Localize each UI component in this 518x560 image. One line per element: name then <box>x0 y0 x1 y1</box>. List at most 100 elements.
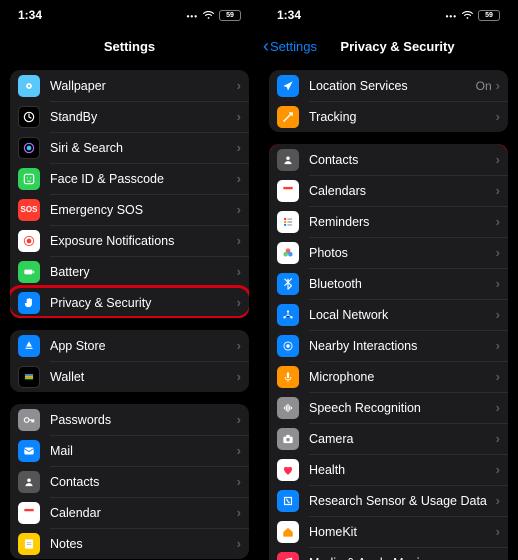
settings-group: Wallpaper›StandBy›Siri & Search›Face ID … <box>10 70 249 318</box>
notes-icon <box>18 533 40 555</box>
row-label: Mail <box>50 444 237 458</box>
standby-icon <box>18 106 40 128</box>
row-label: Notes <box>50 537 237 551</box>
nearby-icon <box>277 335 299 357</box>
settings-row-photos[interactable]: Photos› <box>269 237 508 268</box>
chevron-right-icon: › <box>237 369 241 384</box>
row-label: Health <box>309 463 496 477</box>
chevron-right-icon: › <box>237 536 241 551</box>
settings-row-nearby-interactions[interactable]: Nearby Interactions› <box>269 330 508 361</box>
settings-row-health[interactable]: Health› <box>269 454 508 485</box>
settings-row-research-sensor-usage-data[interactable]: Research Sensor & Usage Data› <box>269 485 508 516</box>
research-icon <box>277 490 299 512</box>
settings-row-standby[interactable]: StandBy› <box>10 101 249 132</box>
settings-row-calendar[interactable]: Calendar› <box>10 497 249 528</box>
settings-row-location-services[interactable]: Location ServicesOn› <box>269 70 508 101</box>
settings-row-emergency-sos[interactable]: SOSEmergency SOS› <box>10 194 249 225</box>
speech-icon <box>277 397 299 419</box>
row-label: Reminders <box>309 215 496 229</box>
calendar-icon <box>18 502 40 524</box>
settings-row-wallet[interactable]: Wallet› <box>10 361 249 392</box>
chevron-right-icon: › <box>496 307 500 322</box>
settings-row-camera[interactable]: Camera› <box>269 423 508 454</box>
cellular-icon <box>446 8 457 22</box>
settings-row-privacy-security[interactable]: Privacy & Security› <box>10 287 249 318</box>
settings-row-app-store[interactable]: App Store› <box>10 330 249 361</box>
network-icon <box>277 304 299 326</box>
settings-row-speech-recognition[interactable]: Speech Recognition› <box>269 392 508 423</box>
row-label: Battery <box>50 265 237 279</box>
settings-row-contacts[interactable]: Contacts› <box>10 466 249 497</box>
settings-row-passwords[interactable]: Passwords› <box>10 404 249 435</box>
privacy-list[interactable]: Location ServicesOn›Tracking›Contacts›Ca… <box>259 62 518 560</box>
chevron-right-icon: › <box>496 524 500 539</box>
settings-row-exposure-notifications[interactable]: Exposure Notifications› <box>10 225 249 256</box>
row-label: Emergency SOS <box>50 203 237 217</box>
cellular-icon <box>187 8 198 22</box>
settings-row-face-id-passcode[interactable]: Face ID & Passcode› <box>10 163 249 194</box>
row-label: Siri & Search <box>50 141 237 155</box>
wifi-icon <box>202 11 215 20</box>
row-label: Local Network <box>309 308 496 322</box>
chevron-right-icon: › <box>496 109 500 124</box>
settings-group: Passwords›Mail›Contacts›Calendar›Notes› <box>10 404 249 559</box>
battery-icon <box>18 261 40 283</box>
settings-list[interactable]: Wallpaper›StandBy›Siri & Search›Face ID … <box>0 62 259 560</box>
exposure-icon <box>18 230 40 252</box>
chevron-right-icon: › <box>237 109 241 124</box>
row-label: Calendar <box>50 506 237 520</box>
chevron-right-icon: › <box>237 78 241 93</box>
settings-row-local-network[interactable]: Local Network› <box>269 299 508 330</box>
settings-row-reminders[interactable]: Reminders› <box>269 206 508 237</box>
row-label: Camera <box>309 432 496 446</box>
settings-row-bluetooth[interactable]: Bluetooth› <box>269 268 508 299</box>
settings-row-battery[interactable]: Battery› <box>10 256 249 287</box>
settings-row-tracking[interactable]: Tracking› <box>269 101 508 132</box>
chevron-right-icon: › <box>237 505 241 520</box>
row-label: Nearby Interactions <box>309 339 496 353</box>
nav-bar: Settings <box>0 30 259 62</box>
tracking-icon <box>277 106 299 128</box>
chevron-right-icon: › <box>496 214 500 229</box>
row-label: Wallet <box>50 370 237 384</box>
page-title: Settings <box>104 39 155 54</box>
settings-row-wallpaper[interactable]: Wallpaper› <box>10 70 249 101</box>
row-label: Speech Recognition <box>309 401 496 415</box>
row-value: On <box>476 79 492 93</box>
chevron-right-icon: › <box>496 493 500 508</box>
settings-row-siri-search[interactable]: Siri & Search› <box>10 132 249 163</box>
row-label: Photos <box>309 246 496 260</box>
settings-group: Contacts›Calendars›Reminders›Photos›Blue… <box>269 144 508 560</box>
settings-row-notes[interactable]: Notes› <box>10 528 249 559</box>
row-label: Face ID & Passcode <box>50 172 237 186</box>
contacts-icon <box>277 149 299 171</box>
settings-row-contacts[interactable]: Contacts› <box>269 144 508 175</box>
chevron-right-icon: › <box>237 443 241 458</box>
wallet-icon <box>18 366 40 388</box>
status-bar: 1:34 59 <box>259 0 518 30</box>
bluetooth-icon <box>277 273 299 295</box>
settings-row-media-apple-music[interactable]: Media & Apple Music› <box>269 547 508 560</box>
camera-icon <box>277 428 299 450</box>
settings-row-calendars[interactable]: Calendars› <box>269 175 508 206</box>
chevron-right-icon: › <box>237 264 241 279</box>
page-title: Privacy & Security <box>340 39 454 54</box>
back-button[interactable]: ‹ Settings <box>263 37 317 55</box>
status-indicators: 59 <box>446 8 500 22</box>
location-icon <box>277 75 299 97</box>
chevron-right-icon: › <box>237 202 241 217</box>
row-label: HomeKit <box>309 525 496 539</box>
back-label: Settings <box>270 39 317 54</box>
status-time: 1:34 <box>18 8 42 22</box>
row-label: App Store <box>50 339 237 353</box>
status-time: 1:34 <box>277 8 301 22</box>
settings-row-microphone[interactable]: Microphone› <box>269 361 508 392</box>
reminders-icon <box>277 211 299 233</box>
faceid-icon <box>18 168 40 190</box>
row-label: Wallpaper <box>50 79 237 93</box>
battery-indicator: 59 <box>219 10 241 21</box>
row-label: Passwords <box>50 413 237 427</box>
chevron-right-icon: › <box>237 412 241 427</box>
settings-row-homekit[interactable]: HomeKit› <box>269 516 508 547</box>
settings-row-mail[interactable]: Mail› <box>10 435 249 466</box>
